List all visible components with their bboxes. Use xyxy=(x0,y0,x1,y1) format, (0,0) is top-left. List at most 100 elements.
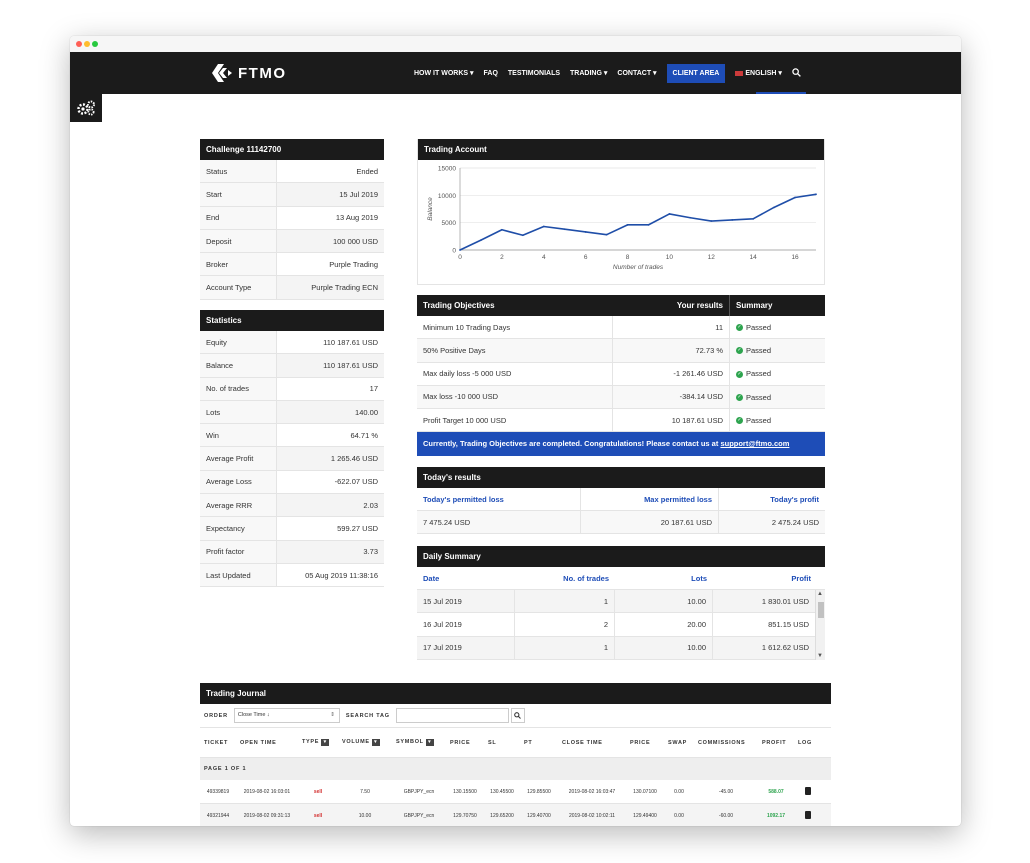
balance-data-point xyxy=(815,193,817,196)
journal-cell-symbol: GBPJPY_ecn xyxy=(403,788,435,795)
journal-cell-open: 2019-08-02 16:03:01 xyxy=(243,788,291,795)
order-label: ORDER xyxy=(204,712,228,719)
objective-status: Passed xyxy=(746,392,772,402)
objectives-summary-header: Summary xyxy=(736,301,773,310)
x-tick-label: 4 xyxy=(542,254,546,261)
statistic-label: Average RRR xyxy=(200,494,277,517)
nav-testimonials[interactable]: TESTIMONIALS xyxy=(508,70,560,77)
nav-contact[interactable]: CONTACT ▾ xyxy=(617,69,656,77)
settings-gears-button[interactable] xyxy=(70,94,102,122)
objective-result: 10 187.61 USD xyxy=(613,408,730,432)
journal-col-label: LOG xyxy=(798,739,813,746)
banner-text: Currently, Trading Objectives are comple… xyxy=(423,439,721,449)
y-axis-label: Balance xyxy=(427,197,434,221)
objective-status: Passed xyxy=(746,369,772,379)
minimize-window-dot[interactable] xyxy=(84,41,90,47)
x-tick-label: 12 xyxy=(708,254,716,261)
x-tick-label: 2 xyxy=(500,254,504,261)
daily-profit: 1 612.62 USD xyxy=(761,643,809,653)
nav-faq[interactable]: FAQ xyxy=(484,70,498,77)
statistic-row: No. of trades 17 xyxy=(200,377,384,401)
check-circle-icon: ✓ xyxy=(736,394,743,402)
journal-col-label: PRICE xyxy=(630,739,651,746)
journal-col-header: PROFIT xyxy=(758,740,794,746)
nav-how-it-works[interactable]: HOW IT WORKS ▾ xyxy=(414,69,474,77)
column-filter-dropdown-icon[interactable]: ▾ xyxy=(321,739,330,746)
statistic-value: 64.71 % xyxy=(350,430,378,440)
max-permitted-loss-header: Max permitted loss xyxy=(581,487,719,511)
journal-cell-log[interactable] xyxy=(794,810,821,821)
search-icon[interactable] xyxy=(792,67,801,79)
objective-status: Passed xyxy=(746,345,772,355)
balance-data-point xyxy=(563,228,566,231)
journal-cell-type: sell xyxy=(313,812,323,819)
today-permitted-loss-header: Today's permitted loss xyxy=(417,487,581,511)
statistic-row: Win 64.71 % xyxy=(200,424,384,448)
trading-account-title: Trading Account xyxy=(418,139,824,160)
scroll-up-icon[interactable]: ▲ xyxy=(817,591,823,597)
journal-cell-sl: 129.65200 xyxy=(490,812,514,819)
balance-data-point xyxy=(542,225,545,228)
maximize-window-dot[interactable] xyxy=(92,41,98,47)
balance-data-point xyxy=(773,206,776,209)
statistic-row: Lots 140.00 xyxy=(200,400,384,425)
challenge-row: End 13 Aug 2019 xyxy=(200,206,384,230)
daily-summary-scrollbar[interactable]: ▲ ▼ xyxy=(815,590,825,660)
order-select[interactable]: Close Time ↓ ⇕ xyxy=(233,708,340,723)
journal-cell-sl: 130.45500 xyxy=(490,788,514,795)
scroll-thumb[interactable] xyxy=(818,602,824,618)
objective-result: -1 261.46 USD xyxy=(613,362,730,386)
journal-col-label: OPEN TIME xyxy=(240,739,277,746)
log-document-icon[interactable] xyxy=(804,786,811,795)
statistic-label: Expectancy xyxy=(200,517,277,540)
trading-account-panel: Trading Account 0 5000 10000 15000 0 2 4 6 8 10 12… xyxy=(417,139,825,285)
journal-cell-close: 2019-08-02 16:03:47 xyxy=(568,788,616,795)
objective-status: Passed xyxy=(746,415,772,425)
column-filter-dropdown-icon[interactable]: ▾ xyxy=(425,739,434,746)
objective-row: Minimum 10 Trading Days 11 ✓ Passed xyxy=(417,315,825,340)
objectives-complete-banner: Currently, Trading Objectives are comple… xyxy=(417,432,825,457)
search-tag-button[interactable] xyxy=(510,708,525,723)
nav-trading[interactable]: TRADING ▾ xyxy=(570,69,607,77)
statistic-value: -622.07 USD xyxy=(334,477,378,487)
daily-profit-header: Profit xyxy=(791,573,811,583)
close-window-dot[interactable] xyxy=(76,41,82,47)
statistic-value: 110 187.61 USD xyxy=(323,337,378,347)
journal-col-header[interactable]: TYPE ▾ xyxy=(298,739,338,746)
balance-data-point xyxy=(480,239,482,242)
journal-cell-log[interactable] xyxy=(794,786,821,797)
objective-summary: ✓ Passed xyxy=(730,393,825,402)
gears-icon xyxy=(77,100,95,116)
objective-summary: ✓ Passed xyxy=(730,323,825,332)
ftmo-logo[interactable]: FTMO xyxy=(212,63,287,83)
language-selector[interactable]: ENGLISH ▾ xyxy=(735,69,782,77)
journal-col-header[interactable]: VOLUME ▾ xyxy=(338,739,392,746)
statistic-row: Average Profit 1 265.46 USD xyxy=(200,447,384,471)
daily-summary-scroll-area[interactable]: 15 Jul 2019 1 10.00 1 830.01 USD 16 Jul 2019… xyxy=(417,590,825,660)
statistics-title: Statistics xyxy=(200,310,384,331)
ftmo-logo-icon xyxy=(212,64,232,82)
search-tag-input[interactable] xyxy=(395,708,509,723)
journal-col-header: OPEN TIME xyxy=(236,740,298,746)
column-filter-dropdown-icon[interactable]: ▾ xyxy=(371,739,380,746)
journal-col-header: COMMISSIONS xyxy=(694,740,758,746)
daily-lots-header: Lots xyxy=(691,573,707,583)
objective-row: Max daily loss -5 000 USD -1 261.46 USD ✓ P… xyxy=(417,362,825,386)
support-email-link[interactable]: support@ftmo.com xyxy=(720,439,789,448)
scroll-down-icon[interactable]: ▼ xyxy=(817,653,823,659)
journal-col-header[interactable]: SYMBOL ▾ xyxy=(392,739,446,746)
balance-data-point xyxy=(794,196,796,199)
journal-cell-comm: -60.00 xyxy=(718,812,734,819)
journal-row[interactable]: 49321944 2019-08-02 09:31:13 sell 10.00 GBPJ… xyxy=(200,804,831,826)
objective-summary: ✓ Passed xyxy=(730,346,825,355)
challenge-label: Broker xyxy=(200,253,277,276)
daily-lots: 10.00 xyxy=(615,590,713,613)
journal-row[interactable]: 49339819 2019-08-02 16:03:01 sell 7.50 GBPJP… xyxy=(200,780,831,804)
journal-col-header: PRICE xyxy=(626,740,664,746)
journal-col-label: COMMISSIONS xyxy=(698,739,746,746)
challenge-row: Status Ended xyxy=(200,160,384,184)
balance-data-point xyxy=(647,223,650,226)
client-area-button[interactable]: CLIENT AREA xyxy=(666,63,726,83)
log-document-icon[interactable] xyxy=(804,810,811,819)
journal-filter-bar: ORDER Close Time ↓ ⇕ SEARCH TAG xyxy=(200,704,831,728)
